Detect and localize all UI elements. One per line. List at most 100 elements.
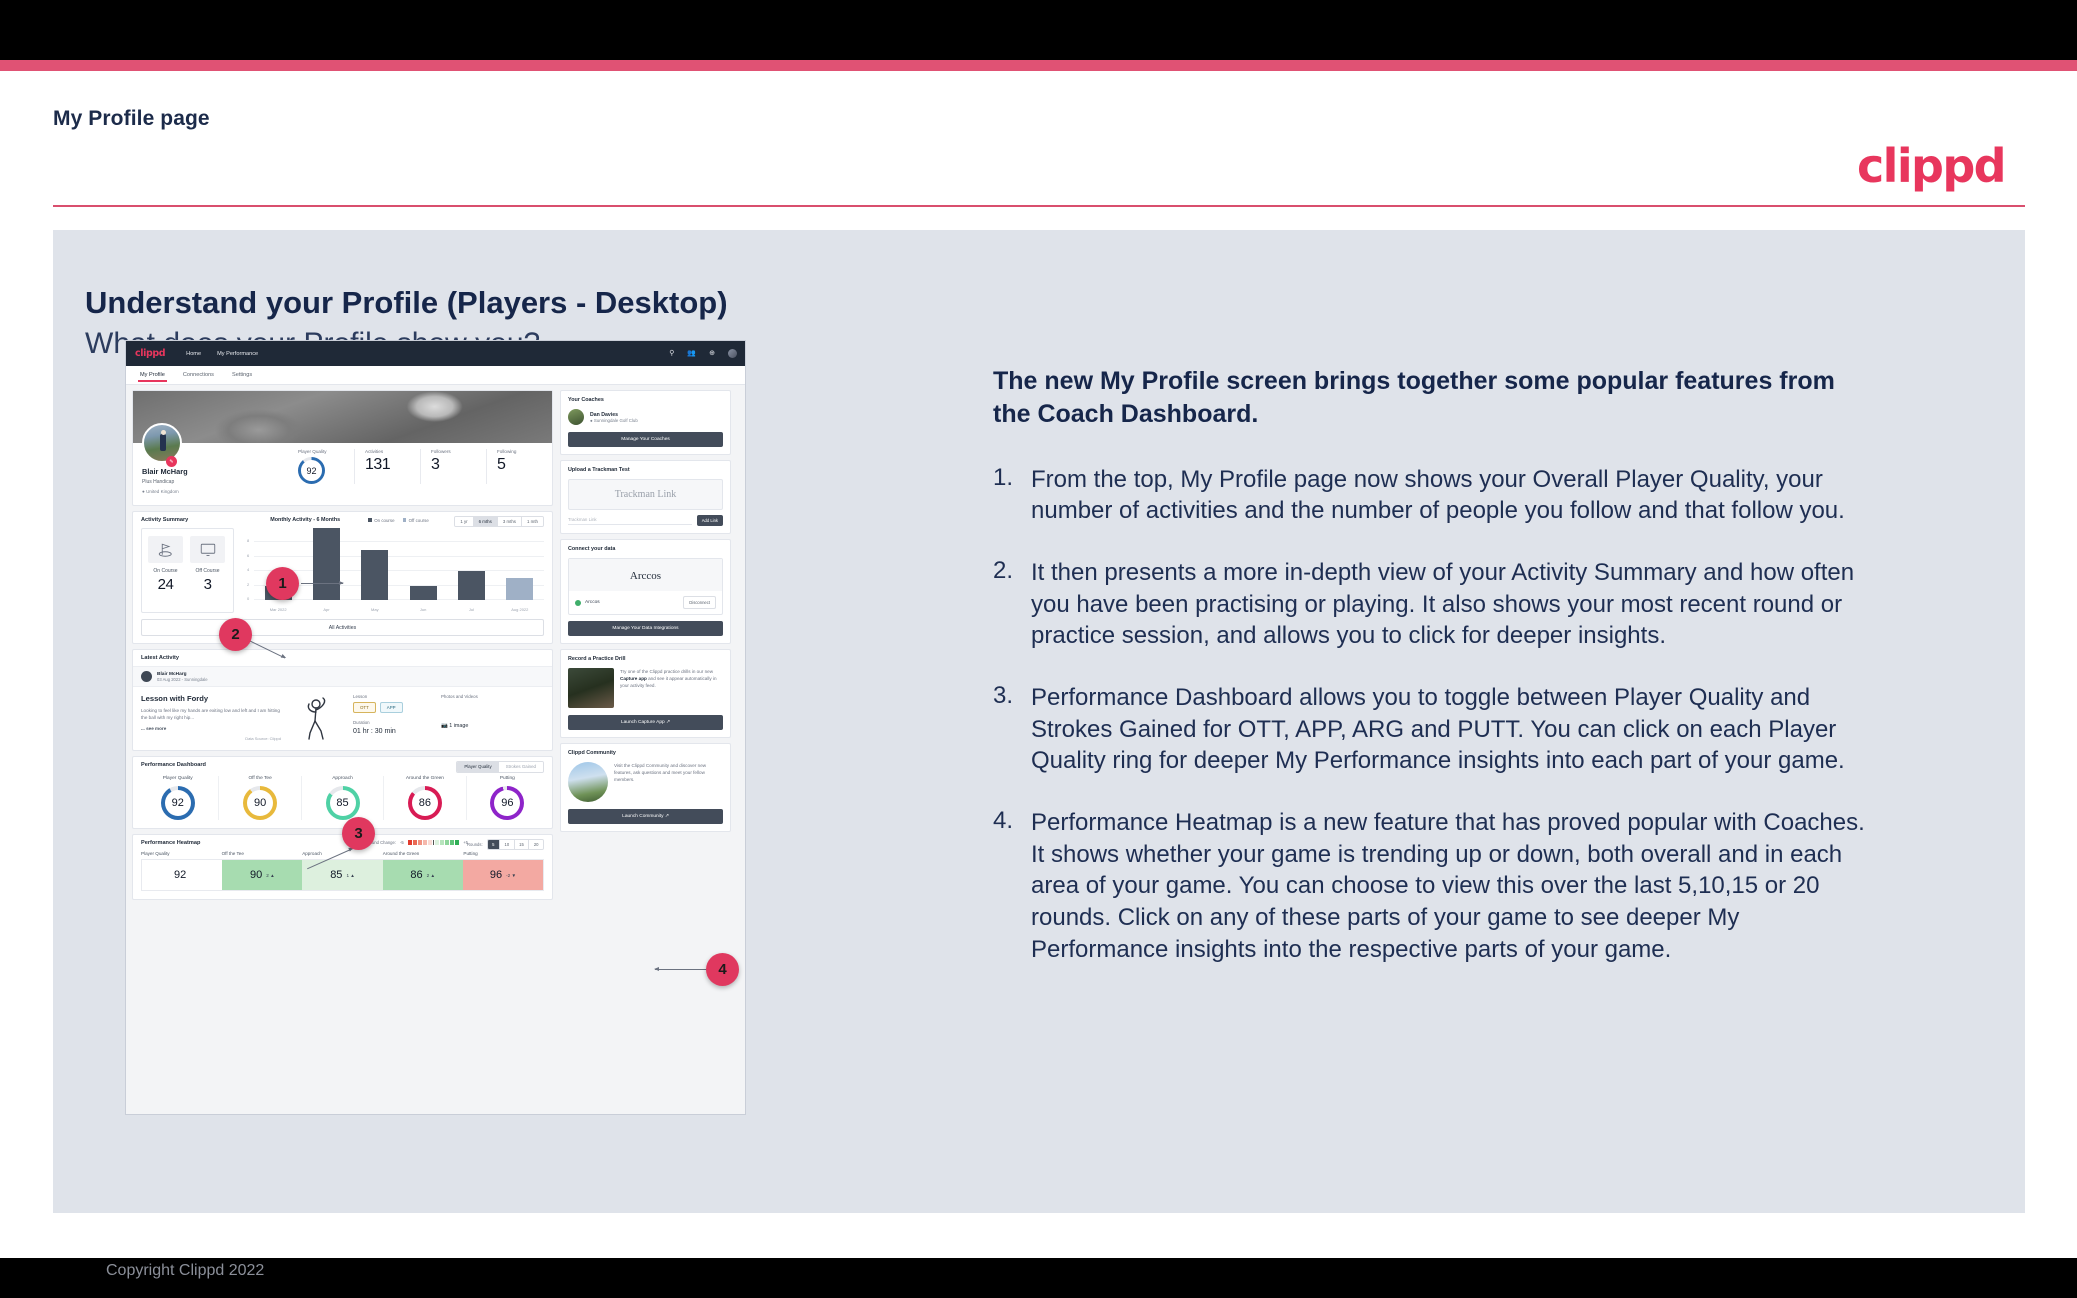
trackman-card: Upload a Trackman Test Trackman Link Tra…: [560, 460, 731, 534]
community-row: Visit the Clippd Community and discover …: [568, 762, 723, 802]
callout-badge-1: 1: [266, 567, 299, 600]
bar[interactable]: [312, 528, 340, 600]
practice-drill-row: Try one of the Clippd practice drills in…: [568, 668, 723, 708]
ring-label: Around the Green: [405, 776, 444, 781]
launch-capture-app-button[interactable]: Launch Capture App ↗: [568, 715, 723, 730]
tab-my-profile[interactable]: My Profile: [138, 372, 167, 382]
list-item: 1. From the top, My Profile page now sho…: [993, 464, 1873, 527]
heatmap-cell-putting[interactable]: 96 -2 ▼: [462, 860, 544, 890]
add-link-button[interactable]: Add Link: [696, 515, 723, 526]
toggle-player-quality[interactable]: Player Quality: [457, 761, 499, 772]
list-item-number: 4.: [993, 806, 1014, 834]
arccos-box: Arccos Arccos Disconnect: [568, 558, 723, 615]
heatmap-value: 96: [489, 869, 503, 881]
ring-cell-putting[interactable]: Putting 96: [465, 776, 548, 820]
player-quality-ring[interactable]: 92: [298, 457, 325, 484]
chip-app[interactable]: APP: [379, 702, 403, 713]
ring-approach[interactable]: 85: [325, 786, 360, 820]
slide: My Profile page clippd Understand your P…: [0, 60, 2077, 1279]
header-divider: [53, 205, 2025, 207]
ring-off-the-tee[interactable]: 90: [243, 786, 278, 820]
toggle-strokes-gained[interactable]: Strokes Gained: [498, 761, 543, 772]
ring-player-quality[interactable]: 92: [160, 786, 195, 820]
ring-cell-player-quality[interactable]: Player Quality 92: [137, 776, 218, 820]
counter-on-course: On Course 24: [148, 536, 183, 605]
all-activities-button[interactable]: All Activities: [141, 619, 544, 636]
add-circle-icon[interactable]: ⊕: [709, 350, 715, 357]
manage-data-integrations-button[interactable]: Manage Your Data Integrations: [568, 621, 723, 636]
trackman-link-input[interactable]: Trackman Link: [568, 517, 692, 525]
counter-value: 24: [157, 576, 174, 593]
range-3mths[interactable]: 3 mths: [496, 517, 522, 526]
rounds-5[interactable]: 5: [487, 839, 499, 849]
people-icon[interactable]: 👥: [687, 350, 696, 357]
ring-value: 85: [336, 797, 349, 809]
disconnect-button[interactable]: Disconnect: [683, 596, 716, 609]
tab-connections[interactable]: Connections: [183, 372, 214, 382]
bar[interactable]: [361, 549, 389, 600]
list-item: 3. Performance Dashboard allows you to t…: [993, 682, 1873, 777]
ring-cell-approach[interactable]: Approach 85: [300, 776, 383, 820]
activity-type-block: Lesson OTT APP Duration 01 hr : 30 min: [353, 694, 441, 742]
ring-label: Player Quality: [162, 776, 193, 781]
profile-row: ✎ Blair McHarg Plus Handicap ● United Ki…: [133, 423, 552, 505]
clippd-logo: clippd: [1857, 139, 2007, 193]
heatmap-cell-around-the-green[interactable]: 86 2 ▲: [382, 860, 463, 890]
rounds-20[interactable]: 20: [528, 839, 543, 849]
chip-ott[interactable]: OTT: [353, 702, 376, 713]
stat-player-quality[interactable]: Player Quality 92: [288, 449, 354, 484]
manage-coaches-button[interactable]: Manage Your Coaches: [568, 432, 723, 447]
ring-around-the-green[interactable]: 86: [407, 786, 442, 820]
heatmap-cell-player-quality[interactable]: 92: [142, 860, 223, 890]
stat-activities[interactable]: Activities 131: [354, 449, 420, 484]
practice-drill-text: Try one of the Clippd practice drills in…: [620, 669, 717, 689]
nav-item-my-performance[interactable]: My Performance: [217, 351, 258, 357]
activity-author: Blair McHarg 03 Aug 2022 - Sunningdale: [133, 666, 552, 687]
heatmap-cell-off-the-tee[interactable]: 90 2 ▲: [222, 860, 303, 890]
performance-dashboard-header: Performance Dashboard Player Quality Str…: [133, 757, 552, 773]
connect-data-card: Connect your data Arccos Arccos Disconne…: [560, 539, 731, 644]
heatmap-value: 90: [249, 869, 263, 881]
range-1mth[interactable]: 1 mth: [521, 517, 543, 526]
activity-text-block: Lesson with Fordy Looking to feel like m…: [141, 694, 281, 742]
activity-summary-title: Activity Summary: [141, 517, 189, 523]
ring-value: 86: [418, 797, 432, 809]
activity-type-label: Lesson: [353, 694, 368, 699]
bar[interactable]: [457, 571, 485, 600]
launch-community-button[interactable]: Launch Community ↗: [568, 809, 723, 824]
stat-following[interactable]: Following 5: [486, 449, 552, 484]
community-card: Clippd Community Visit the Clippd Commun…: [560, 743, 731, 832]
activity-summary-body: On Course 24 Off Course 3 0 2 4 6 8 Mar …: [133, 528, 552, 619]
range-1yr[interactable]: 1 yr: [455, 517, 473, 526]
rounds-label: Rounds:: [467, 841, 483, 847]
heatmap-delta: 2 ▲: [266, 872, 275, 878]
coach-row[interactable]: Dan Davies ● Sunningdale Golf Club: [568, 409, 723, 425]
rounds-15[interactable]: 15: [513, 839, 529, 849]
heatmap-col-label: Putting: [463, 851, 478, 856]
ring-value: 96: [501, 797, 514, 809]
bar[interactable]: [506, 578, 534, 600]
bar[interactable]: [409, 585, 437, 600]
ring-putting[interactable]: 96: [490, 786, 525, 820]
app-nav-actions: ⚲ 👥 ⊕: [669, 349, 737, 358]
tab-settings[interactable]: Settings: [232, 372, 252, 382]
search-icon[interactable]: ⚲: [669, 350, 674, 357]
coach-club: ● Sunningdale Golf Club: [590, 417, 638, 423]
ring-cell-around-the-green[interactable]: Around the Green 86: [383, 776, 465, 820]
range-6mths[interactable]: 6 mths: [472, 517, 497, 526]
list-item-text: Performance Heatmap is a new feature tha…: [1031, 808, 1865, 963]
edit-avatar-icon[interactable]: ✎: [166, 456, 177, 467]
section-heading: Understand your Profile (Players - Deskt…: [85, 285, 728, 320]
data-source-label: Data Source: Clippd: [245, 735, 281, 741]
ring-cell-off-the-tee[interactable]: Off the Tee 90: [218, 776, 300, 820]
avatar[interactable]: [142, 423, 182, 463]
rounds-10[interactable]: 10: [498, 839, 514, 849]
stat-followers[interactable]: Followers 3: [420, 449, 486, 484]
arccos-status: Arccos: [575, 599, 600, 606]
see-more-link[interactable]: ... see more: [141, 726, 281, 731]
app-top-nav: clippd Home My Performance ⚲ 👥 ⊕: [126, 341, 745, 366]
nav-item-home[interactable]: Home: [186, 351, 201, 357]
capture-app-thumbnail: [568, 668, 614, 708]
latest-activity-header: Latest Activity: [133, 650, 552, 666]
avatar-icon[interactable]: [728, 349, 737, 358]
